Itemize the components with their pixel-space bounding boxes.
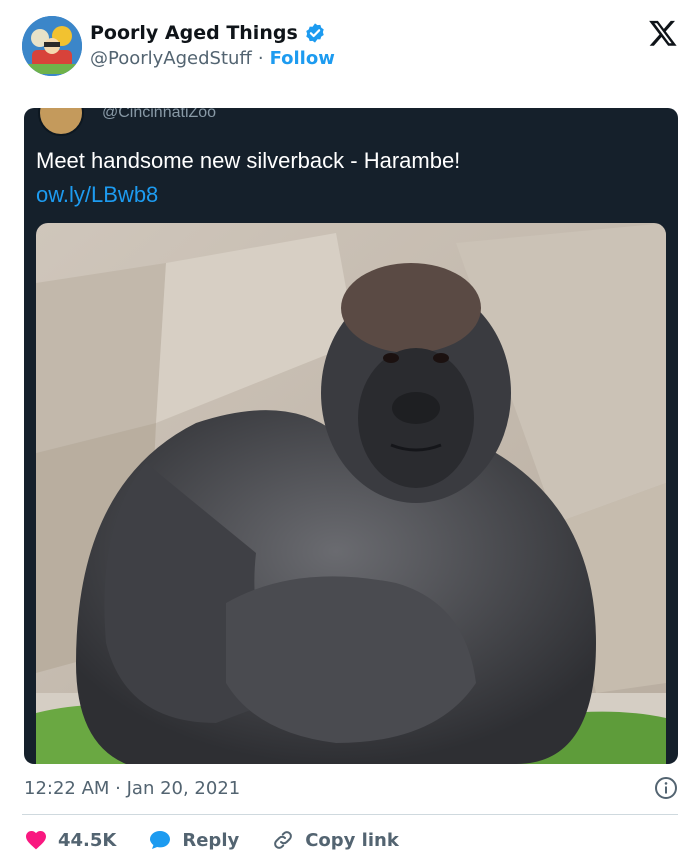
author-name-row: Poorly Aged Things: [90, 22, 326, 44]
reply-button[interactable]: Reply: [148, 828, 239, 852]
separator: ·: [257, 48, 264, 69]
copy-link-label: Copy link: [305, 829, 399, 851]
copy-link-button[interactable]: Copy link: [271, 828, 399, 852]
like-count: 44.5K: [58, 829, 117, 851]
gorilla-photo: [36, 223, 666, 764]
embedded-tweet-link: ow.ly/LBwb8: [36, 182, 159, 207]
follow-button[interactable]: Follow: [270, 48, 335, 69]
embedded-tweet-screenshot[interactable]: @CincinnatiZoo Meet handsome new silverb…: [24, 108, 678, 764]
reply-label: Reply: [182, 829, 240, 851]
like-button[interactable]: 44.5K: [24, 828, 116, 852]
verified-badge-icon: [306, 23, 324, 43]
embedded-tweet-text: Meet handsome new silverback - Harambe!: [36, 148, 461, 173]
author-handle[interactable]: @PoorlyAgedStuff: [90, 48, 252, 69]
embedded-handle: @CincinnatiZoo: [102, 108, 217, 121]
tweet-timestamp[interactable]: 12:22 AM · Jan 20, 2021: [24, 778, 240, 799]
action-bar: 44.5K Reply Copy link: [24, 826, 431, 854]
link-icon: [274, 831, 293, 849]
avatar[interactable]: [22, 16, 82, 76]
handle-row: @PoorlyAgedStuff · Follow: [90, 48, 335, 69]
heart-icon: [26, 831, 46, 850]
reply-bubble-icon: [150, 831, 171, 849]
embedded-avatar: [38, 108, 84, 136]
display-name[interactable]: Poorly Aged Things: [90, 22, 298, 44]
info-icon[interactable]: [654, 776, 678, 800]
x-logo-icon[interactable]: [648, 18, 678, 48]
divider: [22, 814, 678, 815]
tweet-card: Poorly Aged Things @PoorlyAgedStuff · Fo…: [0, 0, 700, 867]
